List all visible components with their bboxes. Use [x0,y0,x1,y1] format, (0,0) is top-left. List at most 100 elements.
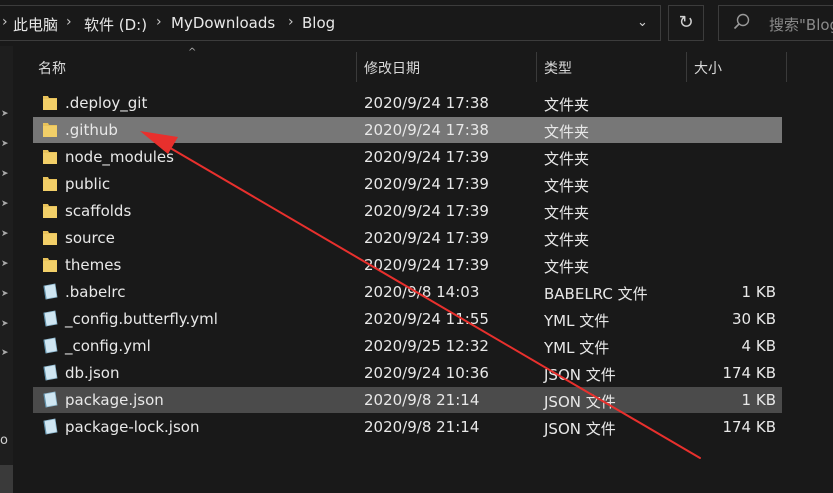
file-type: 文件夹 [544,258,590,276]
refresh-button[interactable]: ↻ [668,5,704,41]
file-name[interactable]: scaffolds [65,202,131,220]
file-name[interactable]: .deploy_git [65,94,147,112]
column-header-type[interactable]: 类型 [544,58,572,78]
file-type: 文件夹 [544,177,590,195]
file-date: 2020/9/24 17:39 [364,148,489,166]
file-row[interactable]: package-lock.json 2020/9/8 21:14 JSON 文件 17… [33,414,782,440]
breadcrumb-separator-icon: › [2,14,8,30]
column-header-date[interactable]: 修改日期 [364,58,420,78]
file-icon [43,418,58,435]
column-header-name[interactable]: 名称 [38,58,66,78]
file-name[interactable]: .github [65,121,118,139]
pin-icon[interactable]: ➤ [1,169,9,179]
folder-icon [43,258,57,272]
file-icon [43,337,58,354]
address-bar: › 此电脑 › 软件 (D:) › MyDownloads › Blog ⌄ ↻… [0,0,833,46]
search-box[interactable]: 搜索"Blog" [718,5,833,41]
file-name[interactable]: db.json [65,364,119,382]
sort-ascending-icon: ^ [188,47,197,58]
file-type: 文件夹 [544,96,590,114]
navigation-item-label[interactable]: o [0,433,8,448]
pin-icon[interactable]: ➤ [1,259,9,269]
file-row[interactable]: .github 2020/9/24 17:38 文件夹 [33,117,782,143]
file-row[interactable]: .deploy_git 2020/9/24 17:38 文件夹 [33,90,782,116]
column-divider[interactable] [786,52,787,82]
file-name[interactable]: package.json [65,391,164,409]
column-header-size[interactable]: 大小 [694,58,722,78]
file-date: 2020/9/8 21:14 [364,391,480,409]
file-name[interactable]: .babelrc [65,283,125,301]
chevron-down-icon[interactable]: ⌄ [637,15,648,30]
file-date: 2020/9/24 11:55 [364,310,489,328]
folder-icon [43,177,57,191]
search-icon [733,13,750,30]
file-icon [43,283,58,300]
file-size: 1 KB [741,283,776,301]
file-row[interactable]: package.json 2020/9/8 21:14 JSON 文件 1 KB [33,387,782,413]
navigation-item-selected[interactable] [0,465,13,493]
column-divider[interactable] [686,52,687,82]
file-name[interactable]: _config.butterfly.yml [65,310,218,328]
file-type: JSON 文件 [544,366,616,384]
file-type: BABELRC 文件 [544,285,648,303]
pin-icon[interactable]: ➤ [1,229,9,239]
file-row[interactable]: source 2020/9/24 17:39 文件夹 [33,225,782,251]
breadcrumb-separator-icon: › [288,14,294,30]
breadcrumb-drive-d[interactable]: 软件 (D:) [84,14,147,35]
file-date: 2020/9/24 17:39 [364,229,489,247]
breadcrumb-this-pc[interactable]: 此电脑 [13,14,58,35]
file-row[interactable]: themes 2020/9/24 17:39 文件夹 [33,252,782,278]
file-type: YML 文件 [544,312,610,330]
file-date: 2020/9/24 10:36 [364,364,489,382]
breadcrumb-blog[interactable]: Blog [302,14,335,32]
pin-icon[interactable]: ➤ [1,348,9,358]
refresh-icon: ↻ [678,12,694,33]
file-date: 2020/9/24 17:39 [364,202,489,220]
folder-icon [43,231,57,245]
file-date: 2020/9/8 21:14 [364,418,480,436]
folder-icon [43,204,57,218]
file-name[interactable]: _config.yml [65,337,151,355]
file-row[interactable]: scaffolds 2020/9/24 17:39 文件夹 [33,198,782,224]
file-size: 174 KB [722,364,776,382]
pin-icon[interactable]: ➤ [1,139,9,149]
pin-icon[interactable]: ➤ [1,289,9,299]
file-row[interactable]: .babelrc 2020/9/8 14:03 BABELRC 文件 1 KB [33,279,782,305]
folder-icon [43,150,57,164]
file-name[interactable]: source [65,229,115,247]
pin-icon[interactable]: ➤ [1,319,9,329]
file-name[interactable]: themes [65,256,121,274]
file-date: 2020/9/24 17:39 [364,175,489,193]
file-date: 2020/9/24 17:38 [364,94,489,112]
file-row[interactable]: _config.butterfly.yml 2020/9/24 11:55 YML … [33,306,782,332]
folder-icon [43,123,57,137]
breadcrumb[interactable]: › 此电脑 › 软件 (D:) › MyDownloads › Blog ⌄ [0,5,661,41]
file-type: JSON 文件 [544,420,616,438]
file-row[interactable]: node_modules 2020/9/24 17:39 文件夹 [33,144,782,170]
breadcrumb-mydownloads[interactable]: MyDownloads [171,14,275,32]
file-row[interactable]: public 2020/9/24 17:39 文件夹 [33,171,782,197]
pin-icon[interactable]: ➤ [1,199,9,209]
file-type: YML 文件 [544,339,610,357]
file-date: 2020/9/24 17:39 [364,256,489,274]
file-name[interactable]: node_modules [65,148,174,166]
file-row[interactable]: _config.yml 2020/9/25 12:32 YML 文件 4 KB [33,333,782,359]
file-size: 30 KB [732,310,776,328]
file-type: 文件夹 [544,231,590,249]
file-date: 2020/9/25 12:32 [364,337,489,355]
file-type: JSON 文件 [544,393,616,411]
navigation-pane: ➤ ➤ ➤ ➤ ➤ ➤ ➤ ➤ ➤ o [0,46,13,493]
file-name[interactable]: public [65,175,110,193]
file-date: 2020/9/24 17:38 [364,121,489,139]
column-divider[interactable] [356,52,357,82]
file-size: 174 KB [722,418,776,436]
breadcrumb-separator-icon: › [156,14,162,30]
search-input[interactable]: 搜索"Blog" [769,14,833,35]
pin-icon[interactable]: ➤ [1,109,9,119]
file-size: 1 KB [741,391,776,409]
file-type: 文件夹 [544,150,590,168]
file-name[interactable]: package-lock.json [65,418,199,436]
file-row[interactable]: db.json 2020/9/24 10:36 JSON 文件 174 KB [33,360,782,386]
column-divider[interactable] [536,52,537,82]
file-date: 2020/9/8 14:03 [364,283,480,301]
